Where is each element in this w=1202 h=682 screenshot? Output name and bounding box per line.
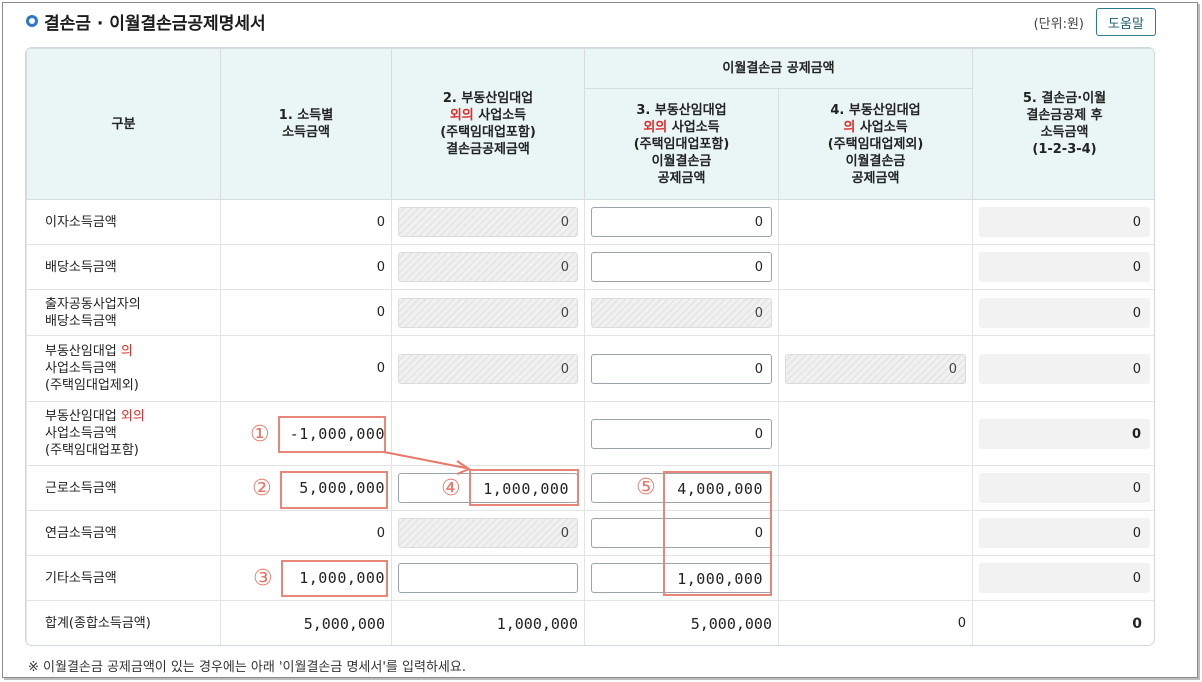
- total-carryover-deduction: 5,000,000: [584, 600, 779, 645]
- header-category: 구분: [26, 48, 221, 200]
- empty-cell: [777, 199, 974, 245]
- empty-cell: [777, 401, 974, 466]
- table-row: 이자소득금액 0 0 0 0: [26, 199, 1154, 245]
- carryover-deduction-input[interactable]: 0: [591, 207, 772, 237]
- table-row: 기타소득금액 1,000,000 1,000,000 0: [26, 555, 1154, 601]
- carryover-deduction-input[interactable]: 0: [591, 418, 772, 449]
- header-col3: 3. 부동산임대업 외의 사업소득 (주택임대업포함) 이월결손금 공제금액: [584, 88, 779, 200]
- income-amount: 0: [220, 335, 392, 402]
- header-col4: 4. 부동산임대업 의 사업소득 (주택임대업제외) 이월결손금 공제금액: [777, 88, 974, 200]
- result-amount: 0: [979, 297, 1151, 328]
- loss-deduction-input[interactable]: 1,000,000: [398, 473, 578, 503]
- income-amount: -1,000,000: [220, 401, 392, 466]
- row-label: 기타소득금액: [26, 555, 221, 601]
- result-amount: 0: [979, 418, 1151, 449]
- income-amount: 1,000,000: [220, 555, 392, 601]
- income-amount: 0: [220, 199, 392, 245]
- income-amount: 0: [220, 510, 392, 556]
- income-amount: 0: [220, 289, 392, 336]
- loss-deduction-field: 0: [398, 518, 578, 548]
- carryover-deduction-input[interactable]: 0: [591, 252, 772, 282]
- row-label: 부동산임대업 의 사업소득금액 (주택임대업제외): [26, 335, 221, 402]
- loss-deduction-field: 0: [398, 252, 578, 282]
- empty-cell: [777, 555, 974, 601]
- loss-deduction-input[interactable]: [398, 563, 578, 593]
- total-loss-deduction: 1,000,000: [391, 600, 585, 645]
- page-title: 결손금 · 이월결손금공제명세서: [44, 14, 266, 34]
- header-col2: 2. 부동산임대업 외의 사업소득 (주택임대업포함) 결손금공제금액: [391, 48, 585, 200]
- income-amount: 0: [220, 244, 392, 290]
- bullet-circle-icon: [26, 15, 38, 27]
- rental-carryover-field: 0: [785, 353, 967, 384]
- loss-deduction-field: 0: [398, 297, 578, 328]
- section-header: 결손금 · 이월결손금공제명세서 (단위:원) 도움말: [26, 8, 1156, 38]
- result-amount: 0: [979, 563, 1151, 593]
- result-amount: 0: [979, 353, 1151, 384]
- row-label: 출자공동사업자의 배당소득금액: [26, 289, 221, 336]
- empty-cell: [777, 289, 974, 336]
- result-amount: 0: [979, 518, 1151, 548]
- loss-deduction-field: 0: [398, 207, 578, 237]
- carryover-deduction-input[interactable]: 4,000,000: [591, 473, 772, 503]
- empty-cell: [777, 510, 974, 556]
- total-result: 0: [972, 600, 1154, 645]
- row-label: 합계(종합소득금액): [26, 600, 221, 645]
- loss-deduction-field: 0: [398, 353, 578, 384]
- empty-cell: [777, 465, 974, 511]
- unit-label: (단위:원): [1033, 17, 1084, 32]
- header-carryover-group: 이월결손금 공제금액: [583, 48, 974, 89]
- total-rental-carryover: 0: [777, 600, 974, 645]
- result-amount: 0: [979, 473, 1151, 503]
- empty-cell: [391, 401, 585, 466]
- help-button[interactable]: 도움말: [1096, 8, 1156, 36]
- row-label: 이자소득금액: [26, 199, 221, 245]
- empty-cell: [777, 244, 974, 290]
- result-amount: 0: [979, 207, 1151, 237]
- footnote: ※ 이월결손금 공제금액이 있는 경우에는 아래 '이월결손금 명세서'를 입력…: [28, 660, 466, 675]
- table-row: 근로소득금액 5,000,000 1,000,000 4,000,000 0: [26, 465, 1154, 511]
- total-income: 5,000,000: [220, 600, 392, 645]
- row-label: 부동산임대업 외의 사업소득금액 (주택임대업포함): [26, 401, 221, 466]
- result-amount: 0: [979, 252, 1151, 282]
- table-row: 배당소득금액 0 0 0 0: [26, 244, 1154, 290]
- table-row: 부동산임대업 외의 사업소득금액 (주택임대업포함) -1,000,000 0 …: [26, 401, 1154, 466]
- carryover-deduction-input[interactable]: 0: [591, 353, 772, 384]
- header-col5: 5. 결손금·이월 결손금공제 후 소득금액 (1-2-3-4): [972, 48, 1154, 200]
- row-label: 연금소득금액: [26, 510, 221, 556]
- row-label: 근로소득금액: [26, 465, 221, 511]
- row-label: 배당소득금액: [26, 244, 221, 290]
- carryover-deduction-input[interactable]: 0: [591, 518, 772, 548]
- carryover-deduction-field: 0: [591, 297, 772, 328]
- table-row: 부동산임대업 의 사업소득금액 (주택임대업제외) 0 0 0 0 0: [26, 335, 1154, 402]
- income-amount: 5,000,000: [220, 465, 392, 511]
- header-col1: 1. 소득별 소득금액: [220, 48, 392, 200]
- table-row: 연금소득금액 0 0 0 0: [26, 510, 1154, 556]
- table-row-total: 합계(종합소득금액) 5,000,000 1,000,000 5,000,000…: [26, 600, 1154, 645]
- deduction-table-wrapper: 구분 1. 소득별 소득금액 2. 부동산임대업 외의 사업소득 (주택임대업포함…: [25, 47, 1155, 646]
- carryover-deduction-input[interactable]: 1,000,000: [591, 563, 772, 593]
- table-row: 출자공동사업자의 배당소득금액 0 0 0 0: [26, 289, 1154, 336]
- deduction-table: 구분 1. 소득별 소득금액 2. 부동산임대업 외의 사업소득 (주택임대업포함…: [26, 48, 1154, 645]
